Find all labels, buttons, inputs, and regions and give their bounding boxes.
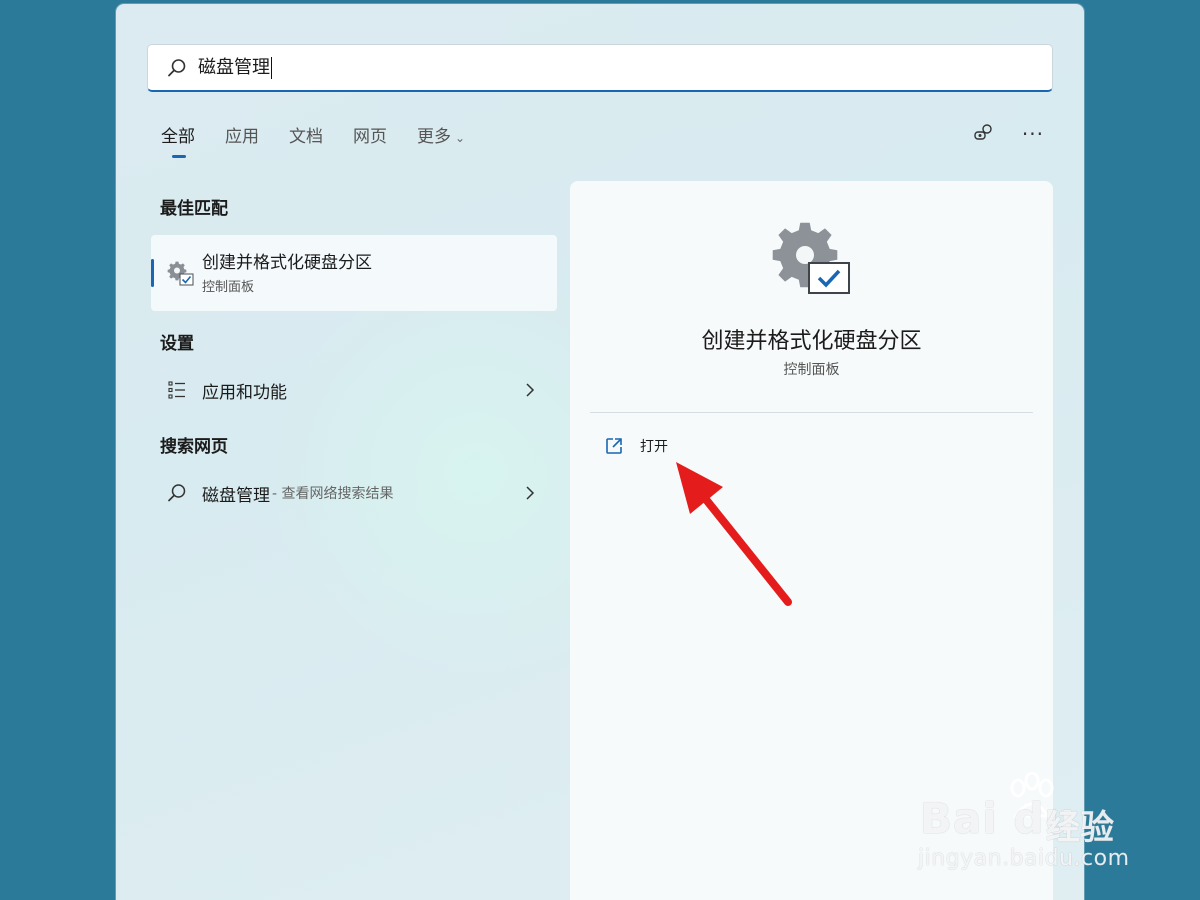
web-search-suffix: - 查看网络搜索结果 <box>272 486 394 502</box>
chevron-right-icon <box>526 486 535 500</box>
top-right-actions: ··· <box>972 122 1044 146</box>
search-input[interactable]: 磁盘管理 <box>147 44 1053 92</box>
gear-checkbox-icon <box>772 222 850 294</box>
search-icon <box>168 59 186 77</box>
more-options-icon[interactable]: ··· <box>1022 124 1044 144</box>
watermark-cn: 经验 <box>1046 808 1114 848</box>
gear-checkbox-icon <box>167 261 194 286</box>
settings-item-apps-features[interactable]: 应用和功能 <box>160 370 540 410</box>
baidu-jingyan-watermark: Bai du 经验 jingyan.baidu.com <box>916 770 1146 880</box>
settings-item-label: 应用和功能 <box>202 382 287 403</box>
chevron-down-icon: ⌄ <box>455 131 466 145</box>
chevron-right-icon <box>526 383 535 397</box>
web-search-item[interactable]: 磁盘管理 - 查看网络搜索结果 <box>160 473 540 513</box>
web-search-heading: 搜索网页 <box>160 437 228 457</box>
watermark-url: jingyan.baidu.com <box>918 846 1130 871</box>
tab-more[interactable]: 更多 ⌄ <box>417 124 465 151</box>
list-icon <box>168 381 185 399</box>
divider <box>590 412 1033 413</box>
open-external-icon <box>606 438 622 454</box>
tab-apps[interactable]: 应用 <box>225 124 259 151</box>
best-match-result[interactable]: 创建并格式化硬盘分区 控制面板 <box>151 235 557 311</box>
start-search-panel: 磁盘管理 全部 应用 文档 网页 更多 ⌄ ··· 最佳匹配 创建并格式化硬盘分区… <box>116 4 1084 900</box>
best-match-heading: 最佳匹配 <box>160 199 228 219</box>
accounts-icon[interactable] <box>972 122 996 146</box>
search-icon <box>168 484 186 502</box>
red-arrow-annotation <box>676 462 792 606</box>
preview-subtitle: 控制面板 <box>783 362 840 378</box>
selection-indicator <box>151 259 154 287</box>
open-button[interactable]: 打开 <box>604 436 668 456</box>
text-caret <box>271 57 272 79</box>
web-search-query: 磁盘管理 <box>202 485 270 506</box>
settings-heading: 设置 <box>160 334 194 354</box>
filter-tabs: 全部 应用 文档 网页 更多 ⌄ <box>161 124 495 158</box>
tab-documents[interactable]: 文档 <box>289 124 323 151</box>
preview-title: 创建并格式化硬盘分区 <box>701 329 922 354</box>
search-value: 磁盘管理 <box>198 57 272 79</box>
tab-all[interactable]: 全部 <box>161 124 195 158</box>
tab-web[interactable]: 网页 <box>353 124 387 151</box>
best-match-subtitle: 控制面板 <box>202 280 255 295</box>
tab-more-label: 更多 <box>417 127 451 147</box>
best-match-title: 创建并格式化硬盘分区 <box>202 253 372 273</box>
